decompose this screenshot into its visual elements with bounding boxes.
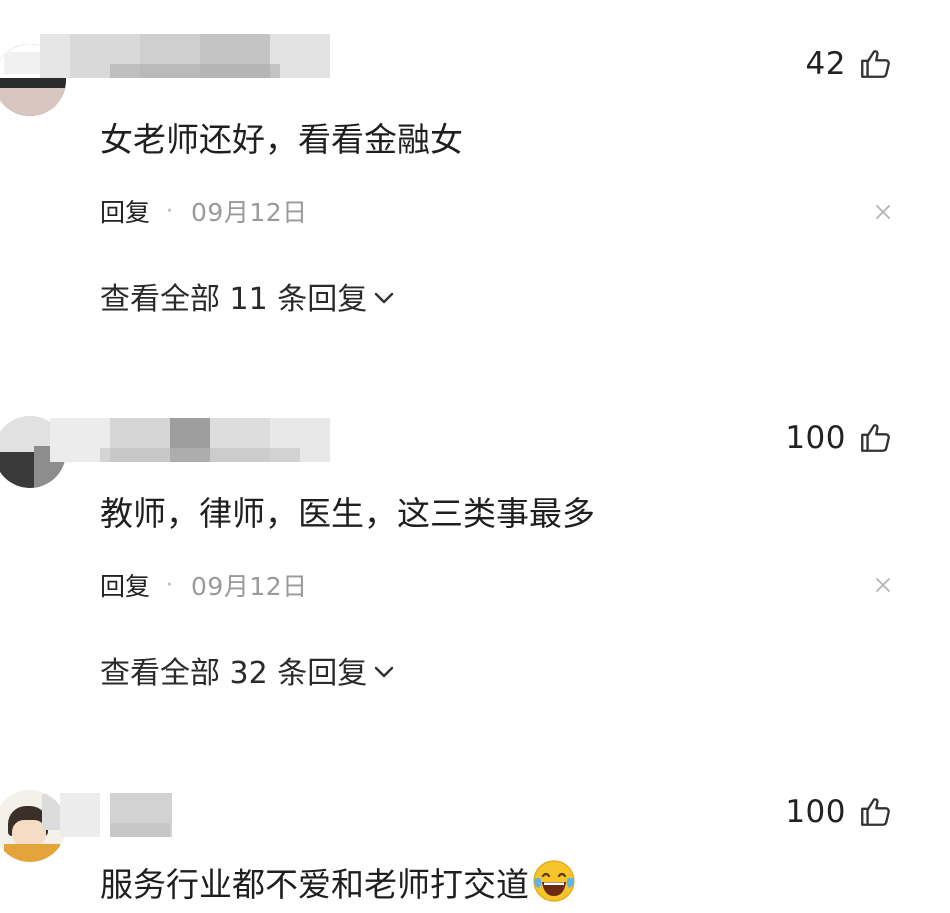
- username-blurred: [50, 418, 330, 462]
- thumbs-up-icon: [861, 798, 890, 826]
- comment-date: 09月12日: [191, 572, 308, 601]
- separator-dot: ·: [166, 572, 174, 598]
- reply-button[interactable]: 回复: [100, 567, 150, 603]
- laughing-crying-emoji-icon: [533, 860, 575, 902]
- view-replies-label: 查看全部 32 条回复: [100, 656, 368, 691]
- close-icon[interactable]: [874, 576, 892, 594]
- chevron-down-icon: [375, 666, 394, 678]
- comment-text-row: 服务行业都不爱和老师打交道: [100, 858, 577, 906]
- comment-text: 教师，律师，医生，这三类事最多: [100, 494, 595, 533]
- like-button[interactable]: 100: [785, 792, 892, 832]
- comment-meta: 回复 · 09月12日: [100, 567, 308, 603]
- like-button[interactable]: 100: [785, 418, 892, 458]
- avatar[interactable]: [0, 790, 66, 862]
- like-count: 100: [785, 420, 846, 456]
- comment-text: 服务行业都不爱和老师打交道: [100, 865, 529, 904]
- thumbs-up-icon: [861, 424, 890, 452]
- comment-item: 100 服务行业都不爱和老师打交道: [0, 0, 950, 904]
- like-count: 100: [785, 794, 846, 830]
- view-all-replies-link[interactable]: 查看全部 32 条回复: [100, 648, 395, 692]
- username-blurred: [60, 793, 330, 837]
